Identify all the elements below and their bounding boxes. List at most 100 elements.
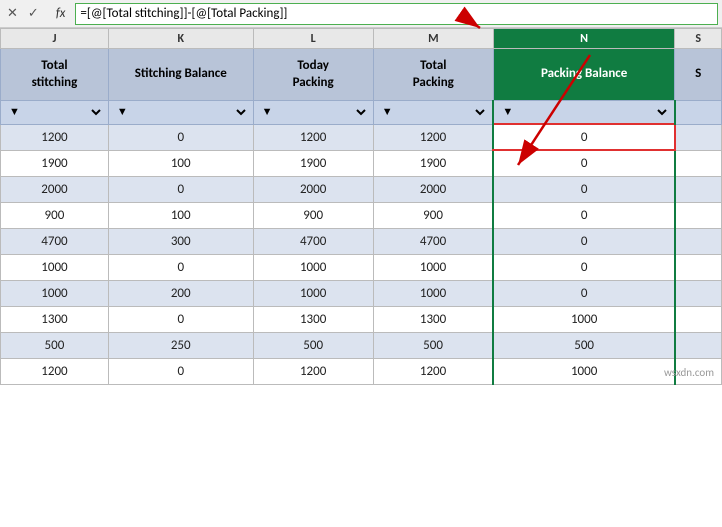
fx-label: fx <box>50 6 72 21</box>
cell-k[interactable]: 0 <box>108 124 253 150</box>
spreadsheet-table: J K L M N S Totalstitching Stitching Bal… <box>0 28 722 385</box>
cell-l[interactable]: 2000 <box>253 176 373 202</box>
cell-k[interactable]: 0 <box>108 358 253 384</box>
cell-k[interactable]: 0 <box>108 254 253 280</box>
cell-j[interactable]: 1200 <box>1 124 109 150</box>
filter-n[interactable]: ▼ <box>493 101 674 125</box>
cell-l[interactable]: 1900 <box>253 150 373 176</box>
cell-s[interactable] <box>675 254 722 280</box>
cell-j[interactable]: 500 <box>1 332 109 358</box>
field-header-s: S <box>675 49 722 101</box>
cell-s[interactable] <box>675 332 722 358</box>
col-header-s[interactable]: S <box>675 29 722 49</box>
filter-row: ▼ ▼ ▼ ▼ ▼ <box>1 101 722 125</box>
formula-input[interactable] <box>75 3 718 25</box>
cell-m[interactable]: 1200 <box>373 124 493 150</box>
table-row: 9001009009000 <box>1 202 722 228</box>
col-header-k[interactable]: K <box>108 29 253 49</box>
table-row: 1000200100010000 <box>1 280 722 306</box>
cell-m[interactable]: 500 <box>373 332 493 358</box>
cell-n[interactable]: 0 <box>493 150 674 176</box>
cell-k[interactable]: 250 <box>108 332 253 358</box>
cell-n[interactable]: 0 <box>493 124 674 150</box>
cell-l[interactable]: 500 <box>253 332 373 358</box>
cell-l[interactable]: 1200 <box>253 124 373 150</box>
cell-j[interactable]: 1200 <box>1 358 109 384</box>
table-row: 1900100190019000 <box>1 150 722 176</box>
cell-j[interactable]: 1000 <box>1 280 109 306</box>
cell-n[interactable]: 0 <box>493 254 674 280</box>
cell-n[interactable]: 1000 <box>493 306 674 332</box>
cell-m[interactable]: 4700 <box>373 228 493 254</box>
filter-j[interactable]: ▼ <box>1 101 109 125</box>
cell-j[interactable]: 1900 <box>1 150 109 176</box>
filter-m[interactable]: ▼ <box>373 101 493 125</box>
cell-l[interactable]: 1200 <box>253 358 373 384</box>
cell-k[interactable]: 100 <box>108 202 253 228</box>
formula-bar-icons: ✕ ✓ <box>4 6 46 21</box>
cell-m[interactable]: 1200 <box>373 358 493 384</box>
col-header-l[interactable]: L <box>253 29 373 49</box>
cell-s[interactable] <box>675 124 722 150</box>
cell-s[interactable] <box>675 228 722 254</box>
cell-l[interactable]: 1000 <box>253 280 373 306</box>
cell-m[interactable]: 1300 <box>373 306 493 332</box>
spreadsheet: J K L M N S Totalstitching Stitching Bal… <box>0 28 722 385</box>
confirm-icon[interactable]: ✓ <box>25 6 42 21</box>
table-row: 4700300470047000 <box>1 228 722 254</box>
filter-dropdown-j[interactable]: ▼ <box>5 103 104 121</box>
cell-m[interactable]: 2000 <box>373 176 493 202</box>
cell-n[interactable]: 0 <box>493 176 674 202</box>
filter-s[interactable] <box>675 101 722 125</box>
data-body: 1200012001200019001001900190002000020002… <box>1 124 722 384</box>
filter-dropdown-m[interactable]: ▼ <box>378 103 489 121</box>
cell-k[interactable]: 100 <box>108 150 253 176</box>
filter-l[interactable]: ▼ <box>253 101 373 125</box>
cell-s[interactable] <box>675 202 722 228</box>
col-header-n[interactable]: N <box>493 29 674 49</box>
field-header-total-stitching: Totalstitching <box>1 49 109 101</box>
cell-k[interactable]: 200 <box>108 280 253 306</box>
watermark: wsxdn.com <box>664 366 714 379</box>
table-row: 12000120012001000 <box>1 358 722 384</box>
cell-m[interactable]: 1900 <box>373 150 493 176</box>
formula-bar: ✕ ✓ fx <box>0 0 722 28</box>
filter-dropdown-n[interactable]: ▼ <box>498 103 669 121</box>
cell-s[interactable] <box>675 306 722 332</box>
cell-j[interactable]: 2000 <box>1 176 109 202</box>
cell-m[interactable]: 1000 <box>373 280 493 306</box>
cell-l[interactable]: 900 <box>253 202 373 228</box>
cell-n[interactable]: 0 <box>493 202 674 228</box>
col-header-j[interactable]: J <box>1 29 109 49</box>
cell-n[interactable]: 0 <box>493 228 674 254</box>
cell-j[interactable]: 4700 <box>1 228 109 254</box>
table-row: 500250500500500 <box>1 332 722 358</box>
field-header-packing-balance: Packing Balance <box>493 49 674 101</box>
cell-k[interactable]: 0 <box>108 306 253 332</box>
cell-k[interactable]: 300 <box>108 228 253 254</box>
cell-j[interactable]: 900 <box>1 202 109 228</box>
cell-n[interactable]: 1000 <box>493 358 674 384</box>
col-header-m[interactable]: M <box>373 29 493 49</box>
filter-k[interactable]: ▼ <box>108 101 253 125</box>
table-row: 10000100010000 <box>1 254 722 280</box>
cell-m[interactable]: 900 <box>373 202 493 228</box>
cell-s[interactable] <box>675 150 722 176</box>
cell-l[interactable]: 4700 <box>253 228 373 254</box>
table-row: 13000130013001000 <box>1 306 722 332</box>
filter-dropdown-k[interactable]: ▼ <box>113 103 249 121</box>
field-header-today-packing: TodayPacking <box>253 49 373 101</box>
cell-n[interactable]: 0 <box>493 280 674 306</box>
cell-j[interactable]: 1300 <box>1 306 109 332</box>
cell-n[interactable]: 500 <box>493 332 674 358</box>
column-header-row: J K L M N S <box>1 29 722 49</box>
cell-k[interactable]: 0 <box>108 176 253 202</box>
filter-dropdown-l[interactable]: ▼ <box>258 103 369 121</box>
cell-m[interactable]: 1000 <box>373 254 493 280</box>
cell-j[interactable]: 1000 <box>1 254 109 280</box>
cell-s[interactable] <box>675 280 722 306</box>
cell-l[interactable]: 1000 <box>253 254 373 280</box>
cell-s[interactable] <box>675 176 722 202</box>
cancel-icon[interactable]: ✕ <box>4 6 21 21</box>
cell-l[interactable]: 1300 <box>253 306 373 332</box>
